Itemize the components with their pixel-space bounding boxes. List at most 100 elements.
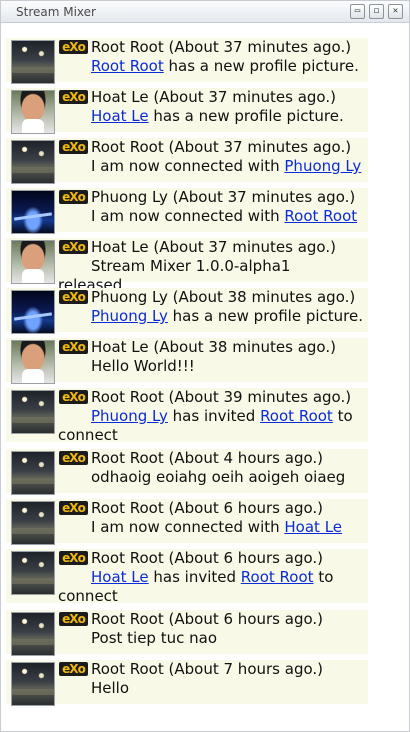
activity-message: has invited xyxy=(148,568,241,586)
activity-user-name: Root Root xyxy=(91,549,164,567)
activity-item: eXo Root Root (About 6 hours ago.) Hoat Le… xyxy=(6,549,368,606)
user-avatar[interactable] xyxy=(11,662,55,706)
user-avatar[interactable] xyxy=(11,390,55,434)
activity-message: I am now connected with xyxy=(91,157,285,175)
activity-body: Phuong Ly has a new profile picture. xyxy=(58,307,368,326)
activity-item: eXo Root Root (About 4 hours ago.) odhaoig… xyxy=(6,449,368,495)
activity-item: eXo Root Root (About 39 minutes ago.) Phuo… xyxy=(6,388,368,445)
activity-text: Hoat Le (About 38 minutes ago.) Hello Wor… xyxy=(58,338,368,376)
activity-user-name: Hoat Le xyxy=(91,88,149,106)
profile-link[interactable]: Hoat Le xyxy=(91,568,149,586)
activity-text: Hoat Le (About 37 minutes ago.) Stream Mi… xyxy=(58,238,368,295)
activity-user-name: Root Root xyxy=(91,138,164,156)
user-avatar[interactable] xyxy=(11,290,55,334)
activity-user-name: Root Root xyxy=(91,38,164,56)
activity-header: Phuong Ly (About 38 minutes ago.) xyxy=(58,288,368,307)
profile-link[interactable]: Hoat Le xyxy=(284,518,342,536)
activity-body: Phuong Ly has invited Root Root to conne… xyxy=(58,407,368,445)
activity-header: Hoat Le (About 37 minutes ago.) xyxy=(58,88,368,107)
activity-user-name: Root Root xyxy=(91,449,164,467)
activity-text: Root Root (About 4 hours ago.) odhaoig eo… xyxy=(58,449,368,487)
activity-text: Root Root (About 37 minutes ago.) I am no… xyxy=(58,138,368,176)
activity-text: Phuong Ly (About 38 minutes ago.) Phuong … xyxy=(58,288,368,326)
activity-body: Root Root has a new profile picture. xyxy=(58,57,368,76)
activity-message: has a new profile picture. xyxy=(167,307,363,325)
gadget-titlebar: Stream Mixer ▭ ◻ ✕ xyxy=(1,1,409,23)
profile-link[interactable]: Hoat Le xyxy=(91,107,149,125)
activity-user-name: Hoat Le xyxy=(91,338,149,356)
activity-text: Root Root (About 37 minutes ago.) Root Ro… xyxy=(58,38,368,76)
activity-item: eXo Root Root (About 7 hours ago.) Hello xyxy=(6,660,368,706)
profile-link[interactable]: Phuong Ly xyxy=(91,407,168,425)
activity-user-name: Root Root xyxy=(91,499,164,517)
activity-timestamp: (About 4 hours ago.) xyxy=(168,449,323,467)
activity-item: eXo Root Root (About 6 hours ago.) Post ti… xyxy=(6,610,368,656)
user-avatar[interactable] xyxy=(11,140,55,184)
activity-header: Root Root (About 6 hours ago.) xyxy=(58,499,368,518)
activity-message: has a new profile picture. xyxy=(163,57,359,75)
activity-header: Hoat Le (About 37 minutes ago.) xyxy=(58,238,368,257)
close-button[interactable]: ✕ xyxy=(388,4,403,19)
activity-timestamp: (About 37 minutes ago.) xyxy=(168,138,352,156)
activity-body: Hello World!!! xyxy=(58,357,368,376)
user-avatar[interactable] xyxy=(11,40,55,84)
activity-timestamp: (About 6 hours ago.) xyxy=(168,499,323,517)
activity-message: has invited xyxy=(167,407,261,425)
activity-timestamp: (About 37 minutes ago.) xyxy=(153,88,336,106)
activity-message: odhaoig eoiahg oeih aoigeh oiaeg xyxy=(91,468,346,486)
activity-text: Root Root (About 6 hours ago.) I am now c… xyxy=(58,499,368,537)
profile-link[interactable]: Root Root xyxy=(284,207,357,225)
stream-mixer-gadget: Stream Mixer ▭ ◻ ✕ eXo Root Root (About 3… xyxy=(0,0,410,732)
activity-header: Hoat Le (About 38 minutes ago.) xyxy=(58,338,368,357)
activity-header: Root Root (About 37 minutes ago.) xyxy=(58,38,368,57)
user-avatar[interactable] xyxy=(11,501,55,545)
activity-user-name: Hoat Le xyxy=(91,238,149,256)
activity-timestamp: (About 38 minutes ago.) xyxy=(153,338,336,356)
profile-link[interactable]: Phuong Ly xyxy=(91,307,168,325)
minimize-button[interactable]: ▭ xyxy=(350,4,365,19)
activity-header: Root Root (About 7 hours ago.) xyxy=(58,660,368,679)
activity-user-name: Phuong Ly xyxy=(91,288,168,306)
maximize-button[interactable]: ◻ xyxy=(369,4,384,19)
activity-item: eXo Phuong Ly (About 37 minutes ago.) I am… xyxy=(6,188,368,234)
user-avatar[interactable] xyxy=(11,340,55,384)
activity-item: eXo Phuong Ly (About 38 minutes ago.) Phuo… xyxy=(6,288,368,334)
activity-header: Root Root (About 4 hours ago.) xyxy=(58,449,368,468)
activity-message: Hello xyxy=(91,679,130,697)
activity-item: eXo Root Root (About 37 minutes ago.) I am… xyxy=(6,138,368,184)
activity-body: odhaoig eoiahg oeih aoigeh oiaeg xyxy=(58,468,368,487)
profile-link[interactable]: Phuong Ly xyxy=(284,157,361,175)
profile-link[interactable]: Root Root xyxy=(241,568,314,586)
activity-item: eXo Hoat Le (About 38 minutes ago.) Hello … xyxy=(6,338,368,384)
activity-message: has a new profile picture. xyxy=(148,107,344,125)
activity-body: I am now connected with Root Root xyxy=(58,207,368,226)
activity-text: Root Root (About 39 minutes ago.) Phuong … xyxy=(58,388,368,445)
user-avatar[interactable] xyxy=(11,551,55,595)
activity-item: eXo Root Root (About 6 hours ago.) I am no… xyxy=(6,499,368,545)
profile-link[interactable]: Root Root xyxy=(91,57,164,75)
activity-header: Phuong Ly (About 37 minutes ago.) xyxy=(58,188,368,207)
user-avatar[interactable] xyxy=(11,612,55,656)
activity-timestamp: (About 6 hours ago.) xyxy=(168,549,323,567)
user-avatar[interactable] xyxy=(11,240,55,284)
activity-header: Root Root (About 6 hours ago.) xyxy=(58,549,368,568)
gadget-title: Stream Mixer xyxy=(16,5,96,19)
activity-user-name: Root Root xyxy=(91,610,164,628)
activity-user-name: Phuong Ly xyxy=(91,188,168,206)
activity-message: I am now connected with xyxy=(91,518,285,536)
window-controls: ▭ ◻ ✕ xyxy=(350,4,403,19)
user-avatar[interactable] xyxy=(11,90,55,134)
profile-link[interactable]: Root Root xyxy=(260,407,333,425)
activity-header: Root Root (About 37 minutes ago.) xyxy=(58,138,368,157)
user-avatar[interactable] xyxy=(11,451,55,495)
activity-message: I am now connected with xyxy=(91,207,285,225)
activity-item: eXo Root Root (About 37 minutes ago.) Root… xyxy=(6,38,368,84)
activity-text: Hoat Le (About 37 minutes ago.) Hoat Le h… xyxy=(58,88,368,126)
activity-message: Post tiep tuc nao xyxy=(91,629,217,647)
activity-timestamp: (About 6 hours ago.) xyxy=(168,610,323,628)
activity-body: Post tiep tuc nao xyxy=(58,629,368,648)
user-avatar[interactable] xyxy=(11,190,55,234)
activity-timestamp: (About 37 minutes ago.) xyxy=(153,238,336,256)
activity-text: Root Root (About 6 hours ago.) Post tiep … xyxy=(58,610,368,648)
activity-body: Hoat Le has invited Root Root to connect xyxy=(58,568,368,606)
